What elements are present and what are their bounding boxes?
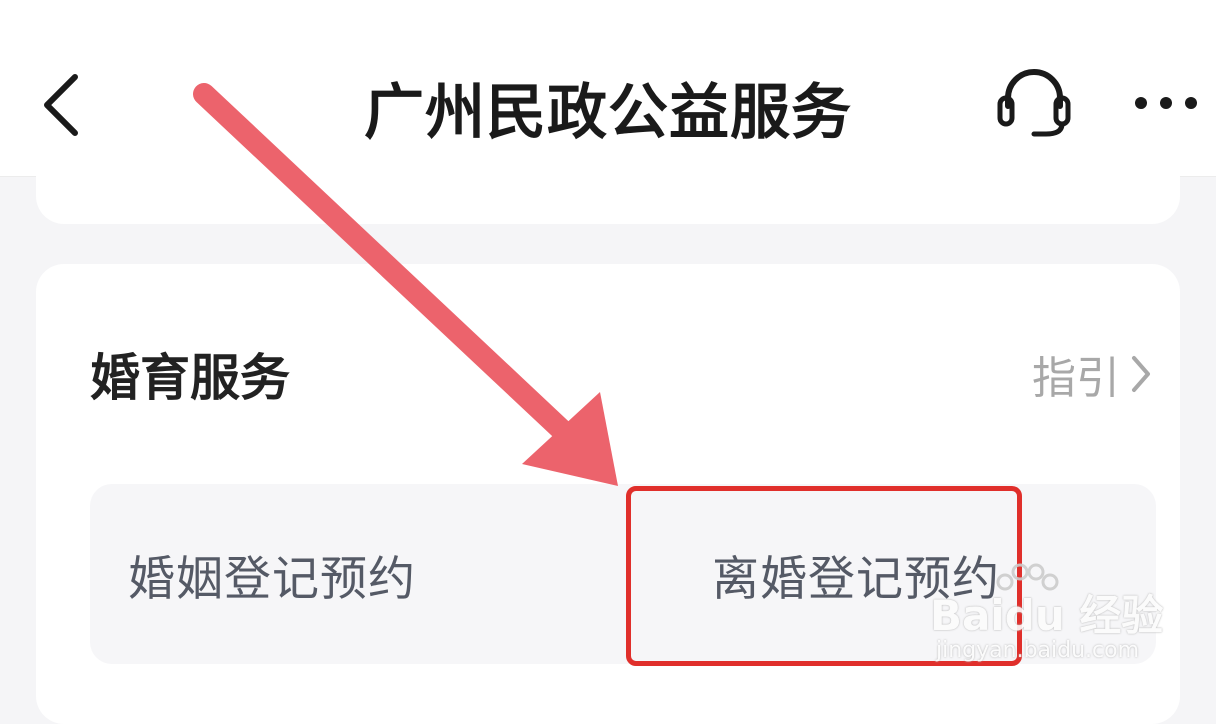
headset-icon [997,69,1071,137]
guide-label: 指引 [1032,353,1120,404]
chevron-right-icon [1132,356,1150,392]
section-title: 婚育服务 [90,349,290,407]
divorce-registration-appointment-tile[interactable]: 离婚登记预约 [676,484,1076,664]
service-tiles: 婚姻登记预约 离婚登记预约 [90,484,1156,664]
tile-label: 婚姻登记预约 [128,551,416,607]
more-options-button[interactable] [1126,78,1206,128]
customer-service-button[interactable] [992,66,1076,142]
marriage-registration-appointment-tile[interactable]: 婚姻登记预约 [128,484,608,664]
guide-link[interactable]: 指引 [1032,342,1152,406]
tile-label: 离婚登记预约 [712,551,1000,607]
previous-service-card [36,140,1180,224]
marriage-services-card: 婚育服务 指引 婚姻登记预约 离婚登记预约 [36,264,1180,724]
more-horizontal-icon [1135,97,1197,109]
